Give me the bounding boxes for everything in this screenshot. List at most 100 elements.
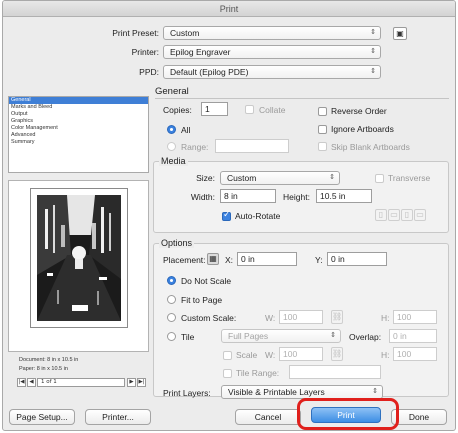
auto-rotate-label: Auto-Rotate	[235, 211, 281, 221]
print-layers-value: Visible & Printable Layers	[228, 387, 325, 397]
window-title: Print	[3, 1, 455, 17]
document-size-info: Document: 8 in x 10.5 in	[19, 357, 79, 363]
y-field[interactable]: 0 in	[327, 252, 387, 266]
printer-label: Printer:	[131, 47, 159, 57]
tile-scale-label: Scale	[236, 350, 258, 360]
x-label: X:	[225, 255, 234, 265]
tile-label: Tile	[181, 332, 195, 342]
tile-radio[interactable]	[167, 332, 176, 341]
chevron-updown-icon: ⇕	[370, 29, 376, 36]
height-label: Height:	[283, 192, 310, 202]
fit-to-page-label: Fit to Page	[181, 295, 223, 305]
category-summary[interactable]: Summary	[9, 139, 148, 146]
height-field[interactable]: 10.5 in	[316, 189, 372, 203]
do-not-scale-radio[interactable]	[167, 276, 176, 285]
tile-mode-select[interactable]: Full Pages ⇕	[221, 329, 341, 343]
width-label: Width:	[190, 192, 215, 202]
range-label: Range:	[181, 142, 209, 152]
print-preview	[8, 180, 149, 352]
custom-scale-radio[interactable]	[167, 313, 176, 322]
category-advanced[interactable]: Advanced	[9, 132, 148, 139]
ignore-artboards-checkbox[interactable]	[318, 125, 327, 134]
tile-scale-checkbox[interactable]	[223, 351, 232, 360]
ppd-label: PPD:	[139, 67, 159, 77]
preview-page	[30, 188, 128, 328]
print-preset-select[interactable]: Custom ⇕	[163, 26, 381, 40]
all-label: All	[181, 125, 191, 135]
do-not-scale-label: Do Not Scale	[181, 276, 232, 286]
ppd-value: Default (Epilog PDE)	[170, 67, 249, 77]
collate-checkbox[interactable]	[245, 105, 254, 114]
range-radio[interactable]	[167, 142, 176, 151]
ppd-select[interactable]: Default (Epilog PDE) ⇕	[163, 65, 381, 79]
tile-constrain-icon[interactable]: ⛓	[331, 347, 343, 361]
orientation-portrait-icon[interactable]: ▯	[375, 209, 387, 221]
fit-to-page-radio[interactable]	[167, 295, 176, 304]
placement-label: Placement:	[163, 255, 206, 265]
tile-range-field[interactable]	[289, 365, 381, 379]
printer-button[interactable]: Printer...	[85, 409, 151, 425]
cancel-button[interactable]: Cancel	[235, 409, 301, 425]
chevron-updown-icon: ⇕	[372, 388, 378, 395]
chevron-updown-icon: ⇕	[329, 174, 335, 181]
tile-mode-value: Full Pages	[228, 331, 269, 341]
reverse-order-label: Reverse Order	[331, 106, 387, 116]
category-list: General Marks and Bleed Output Graphics …	[8, 96, 149, 173]
overlap-label: Overlap:	[349, 332, 382, 342]
print-layers-select[interactable]: Visible & Printable Layers ⇕	[221, 385, 383, 399]
preview-image	[37, 195, 121, 321]
copies-label: Copies:	[163, 105, 192, 115]
orientation-landscape-flipped-icon[interactable]: ▭	[414, 209, 426, 221]
print-preset-label: Print Preset:	[112, 28, 159, 38]
orientation-portrait-flipped-icon[interactable]: ▯	[401, 209, 413, 221]
placement-grid-icon[interactable]: ▦	[207, 253, 219, 265]
printer-value: Epilog Engraver	[170, 47, 231, 57]
skip-blank-checkbox[interactable]	[318, 142, 327, 151]
page-setup-button[interactable]: Page Setup...	[9, 409, 75, 425]
size-select[interactable]: Custom ⇕	[220, 171, 340, 185]
transverse-checkbox[interactable]	[375, 174, 384, 183]
tile-w-label: W:	[265, 350, 276, 360]
size-value: Custom	[227, 173, 257, 183]
category-graphics[interactable]: Graphics	[9, 118, 148, 125]
custom-w-label: W:	[265, 313, 276, 323]
done-button[interactable]: Done	[391, 409, 447, 425]
print-button-highlight	[297, 398, 399, 430]
overlap-field[interactable]: 0 in	[389, 329, 437, 343]
category-general[interactable]: General	[9, 97, 148, 104]
tile-h-field[interactable]: 100	[393, 347, 437, 361]
chevron-updown-icon: ⇕	[330, 332, 336, 339]
copies-field[interactable]: 1	[201, 102, 228, 116]
options-title: Options	[159, 238, 195, 248]
collate-label: Collate	[259, 105, 286, 115]
general-title: General	[155, 86, 189, 97]
page-indicator[interactable]: 1 of 1	[37, 378, 125, 387]
category-output[interactable]: Output	[9, 111, 148, 118]
tile-h-label: H:	[381, 350, 390, 360]
custom-h-field[interactable]: 100	[393, 310, 437, 324]
last-page-icon[interactable]: ▶|	[137, 378, 146, 387]
category-color-management[interactable]: Color Management	[9, 125, 148, 132]
save-preset-icon[interactable]: ▣	[393, 27, 407, 40]
first-page-icon[interactable]: |◀	[17, 378, 26, 387]
custom-w-field[interactable]: 100	[279, 310, 323, 324]
range-field[interactable]	[215, 139, 289, 153]
orientation-landscape-icon[interactable]: ▭	[388, 209, 400, 221]
category-marks-and-bleed[interactable]: Marks and Bleed	[9, 104, 148, 111]
width-field[interactable]: 8 in	[220, 189, 276, 203]
reverse-order-checkbox[interactable]	[318, 107, 327, 116]
all-radio[interactable]	[167, 125, 176, 134]
print-layers-label: Print Layers:	[163, 388, 211, 398]
tile-w-field[interactable]: 100	[279, 347, 323, 361]
size-label: Size:	[196, 173, 215, 183]
ignore-artboards-label: Ignore Artboards	[331, 124, 394, 134]
transverse-label: Transverse	[388, 173, 431, 183]
x-field[interactable]: 0 in	[237, 252, 297, 266]
chevron-updown-icon: ⇕	[370, 48, 376, 55]
printer-select[interactable]: Epilog Engraver ⇕	[163, 45, 381, 59]
tile-range-checkbox[interactable]	[223, 369, 232, 378]
auto-rotate-checkbox[interactable]	[222, 210, 231, 221]
constrain-proportions-icon[interactable]: ⛓	[331, 310, 343, 324]
next-page-icon[interactable]: ▶	[127, 378, 136, 387]
prev-page-icon[interactable]: ◀	[27, 378, 36, 387]
